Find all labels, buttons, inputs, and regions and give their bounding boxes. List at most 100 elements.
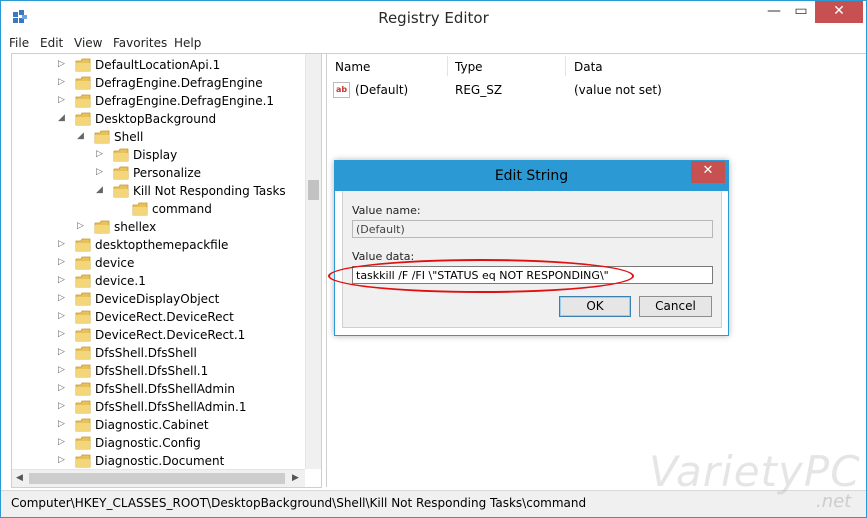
tree-hscroll-thumb[interactable]	[29, 473, 285, 484]
expand-arrow-icon[interactable]: ▷	[58, 419, 68, 429]
tree-vertical-scrollbar[interactable]	[305, 54, 321, 469]
expand-arrow-icon[interactable]: ▷	[58, 383, 68, 393]
ok-button[interactable]: OK	[559, 296, 631, 317]
cancel-button[interactable]: Cancel	[639, 296, 712, 317]
value-data-input[interactable]: taskkill /F /FI \"STATUS eq NOT RESPONDI…	[352, 266, 713, 284]
tree-item-label: Display	[133, 148, 178, 162]
expand-arrow-icon[interactable]: ▷	[58, 257, 68, 267]
tree-item-label: DesktopBackground	[95, 112, 217, 126]
folder-icon	[75, 328, 91, 342]
maximize-button[interactable]: ▭	[788, 1, 814, 23]
dialog-body: Value name: (Default) Value data: taskki…	[342, 191, 722, 328]
tree-item-label: DfsShell.DfsShellAdmin	[95, 382, 236, 396]
folder-icon	[75, 112, 91, 126]
folder-icon	[94, 130, 110, 144]
menu-favorites[interactable]: Favorites	[113, 36, 167, 50]
folder-icon	[75, 310, 91, 324]
tree-item-label: DeviceRect.DeviceRect.1	[95, 328, 246, 342]
expand-arrow-icon[interactable]: ▷	[58, 77, 68, 87]
menu-file[interactable]: File	[9, 36, 29, 50]
title-bar[interactable]: Registry Editor — ▭ ✕	[1, 1, 866, 33]
value-data: (value not set)	[574, 83, 662, 97]
menu-edit[interactable]: Edit	[40, 36, 63, 50]
column-divider[interactable]	[565, 56, 566, 76]
tree-item-label: Kill Not Responding Tasks	[133, 184, 286, 198]
collapse-arrow-icon[interactable]: ◢	[96, 185, 106, 195]
tree-item-label: desktopthemepackfile	[95, 238, 229, 252]
expand-arrow-icon[interactable]: ▷	[58, 455, 68, 465]
tree-item-label: Personalize	[133, 166, 202, 180]
expand-arrow-icon[interactable]: ▷	[58, 311, 68, 321]
tree-item-label: DefragEngine.DefragEngine	[95, 76, 263, 90]
value-name-label: Value name:	[352, 204, 421, 217]
close-button[interactable]: ✕	[815, 1, 863, 23]
expand-arrow-icon[interactable]: ▷	[58, 329, 68, 339]
registry-tree[interactable]: ▷ Diagnostic.Document ▷ Diagnostic.Config ▷ D…	[11, 54, 322, 488]
registry-editor-window: Registry Editor — ▭ ✕ File Edit View Fav…	[0, 0, 867, 518]
folder-icon	[75, 454, 91, 468]
folder-icon	[75, 418, 91, 432]
value-row[interactable]: ab (Default) REG_SZ (value not set)	[333, 82, 853, 98]
column-divider[interactable]	[447, 56, 448, 76]
expand-arrow-icon[interactable]: ▷	[58, 275, 68, 285]
folder-icon	[94, 220, 110, 234]
tree-vscroll-thumb[interactable]	[308, 180, 319, 200]
watermark-logo: VarietyPC	[649, 447, 861, 496]
tree-item-label: DeviceDisplayObject	[95, 292, 220, 306]
tree-horizontal-scrollbar[interactable]: ◀ ▶	[12, 469, 305, 487]
tree-item-label: Diagnostic.Cabinet	[95, 418, 209, 432]
value-name-field: (Default)	[352, 220, 713, 238]
scroll-right-icon[interactable]: ▶	[292, 473, 299, 483]
folder-icon	[75, 436, 91, 450]
minimize-button[interactable]: —	[760, 1, 788, 23]
folder-icon	[113, 166, 129, 180]
folder-icon	[132, 202, 148, 216]
folder-icon	[113, 184, 129, 198]
collapse-arrow-icon[interactable]: ◢	[77, 131, 87, 141]
expand-arrow-icon[interactable]: ▷	[96, 149, 106, 159]
column-header-type[interactable]: Type	[455, 60, 483, 74]
menu-bar: File Edit View Favorites Help	[1, 33, 866, 53]
folder-icon	[75, 58, 91, 72]
value-name: (Default)	[355, 83, 409, 97]
column-header-data[interactable]: Data	[574, 60, 603, 74]
expand-arrow-icon[interactable]: ▷	[58, 293, 68, 303]
folder-icon	[75, 400, 91, 414]
tree-item-label: DfsShell.DfsShell	[95, 346, 197, 360]
column-header-name[interactable]: Name	[335, 60, 370, 74]
menu-view[interactable]: View	[74, 36, 102, 50]
folder-icon	[75, 256, 91, 270]
expand-arrow-icon[interactable]: ▷	[58, 347, 68, 357]
tree-item-label: Shell	[114, 130, 144, 144]
menu-help[interactable]: Help	[174, 36, 201, 50]
folder-icon	[75, 346, 91, 360]
status-path: Computer\HKEY_CLASSES_ROOT\DesktopBackgr…	[11, 496, 587, 510]
folder-icon	[75, 238, 91, 252]
dialog-close-button[interactable]: ✕	[691, 161, 725, 183]
expand-arrow-icon[interactable]: ▷	[96, 167, 106, 177]
collapse-arrow-icon[interactable]: ◢	[58, 113, 68, 123]
tree-item-label: DefragEngine.DefragEngine.1	[95, 94, 275, 108]
expand-arrow-icon[interactable]: ▷	[58, 437, 68, 447]
expand-arrow-icon[interactable]: ▷	[58, 59, 68, 69]
expand-arrow-icon[interactable]: ▷	[58, 239, 68, 249]
tree-item-label: device.1	[95, 274, 146, 288]
tree-item-label: DefaultLocationApi.1	[95, 58, 221, 72]
folder-icon	[75, 382, 91, 396]
scroll-left-icon[interactable]: ◀	[16, 473, 23, 483]
tree-item-label: shellex	[114, 220, 157, 234]
folder-icon	[75, 76, 91, 90]
tree-item-label: device	[95, 256, 135, 270]
expand-arrow-icon[interactable]: ▷	[58, 401, 68, 411]
tree-item-label: Diagnostic.Config	[95, 436, 201, 450]
dialog-title-bar[interactable]: Edit String ✕	[335, 161, 728, 191]
expand-arrow-icon[interactable]: ▷	[77, 221, 87, 231]
expand-arrow-icon[interactable]: ▷	[58, 365, 68, 375]
expand-arrow-icon[interactable]: ▷	[58, 95, 68, 105]
tree-item-label: command	[152, 202, 212, 216]
folder-icon	[75, 292, 91, 306]
edit-string-dialog: Edit String ✕ Value name: (Default) Valu…	[334, 160, 729, 336]
dialog-title: Edit String	[494, 168, 569, 184]
value-data-label: Value data:	[352, 250, 415, 263]
watermark-suffix: .net	[816, 491, 852, 512]
